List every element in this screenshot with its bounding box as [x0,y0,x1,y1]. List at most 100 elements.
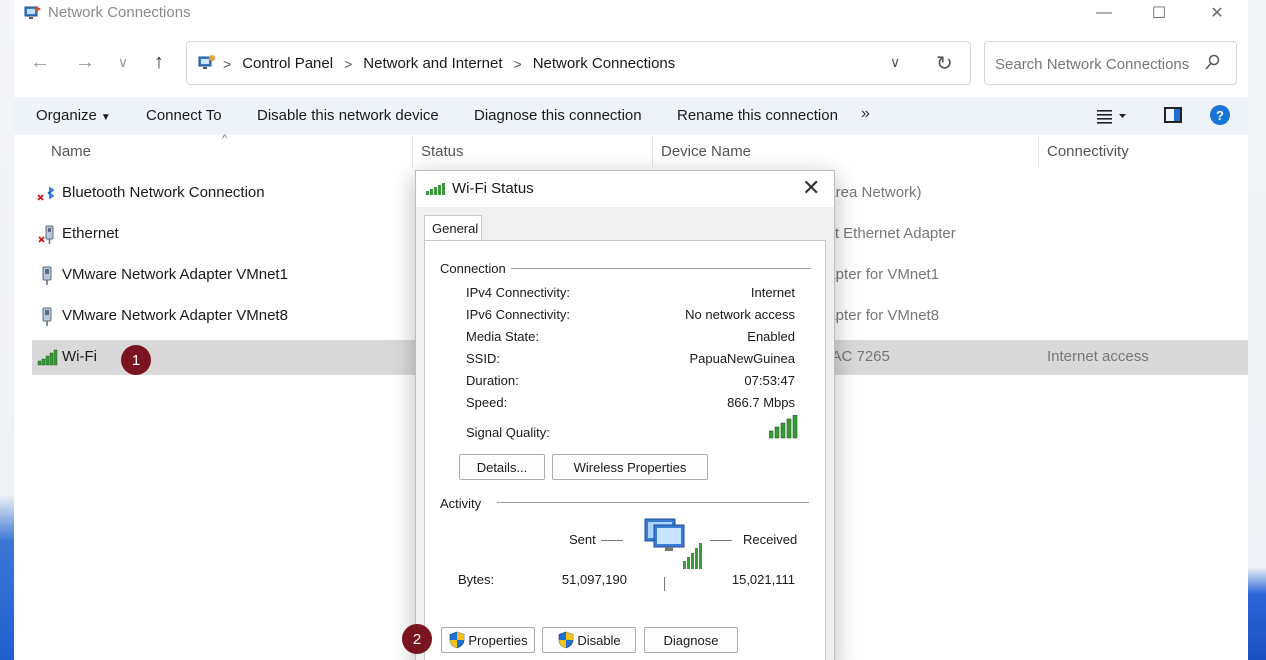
change-view-icon[interactable] [1097,107,1127,125]
uac-shield-icon [559,631,574,649]
breadcrumb: > Control Panel > Network and Internet >… [223,55,675,72]
sent-line [601,540,623,541]
activity-section-label: Activity [440,496,482,511]
address-dropdown-icon[interactable]: ∨ [890,54,900,71]
close-icon: ✕ [1210,5,1224,22]
wifi-status-dialog: Wi-Fi Status ✕ General Connection IPv4 C… [415,170,835,660]
desktop-wallpaper-left [0,0,14,660]
ssid-value: PapuaNewGuinea [689,351,795,366]
organize-menu[interactable]: Organize ▼ [36,107,111,124]
connection-name: Wi-Fi [62,348,97,365]
dialog-title-bar: Wi-Fi Status ✕ [416,171,834,207]
search-input[interactable]: Search Network Connections [995,56,1189,73]
wifi-signal-icon [426,183,445,195]
column-divider[interactable] [1038,137,1039,167]
connectivity-value: Internet access [1047,348,1149,365]
control-panel-icon [198,55,215,69]
activity-divider [664,577,665,591]
received-label: Received [743,532,798,547]
dialog-close-icon[interactable]: ✕ [802,175,820,201]
breadcrumb-control-panel[interactable]: Control Panel [242,55,333,72]
column-header-status[interactable]: Status [421,143,464,160]
bytes-label: Bytes: [458,572,495,587]
window-title: Network Connections [48,4,191,21]
ethernet-disconnected-icon [38,225,54,244]
disable-device-button[interactable]: Disable this network device [257,107,439,124]
properties-button[interactable]: Properties [441,627,535,653]
up-arrow-icon: ↑ [154,50,164,73]
connection-name: Bluetooth Network Connection [62,184,265,201]
device-name: ast Ethernet Adapter [819,225,956,242]
more-commands-button[interactable]: » [861,105,870,123]
column-header-device-name[interactable]: Device Name [661,143,751,160]
uac-shield-icon [450,631,465,649]
column-header-name[interactable]: Name [51,143,91,160]
media-state-label: Media State: [466,329,539,344]
disable-label: Disable [577,632,621,648]
connection-section-label: Connection [440,261,506,276]
speed-value: 866.7 Mbps [727,395,795,410]
preview-pane-icon[interactable] [1164,107,1182,123]
duration-label: Duration: [466,373,519,388]
bluetooth-network-icon [37,186,55,201]
breadcrumb-separator: > [223,55,232,72]
disable-button[interactable]: Disable [542,627,636,653]
chevron-down-icon: ∨ [117,53,129,70]
maximize-button[interactable]: ☐ [1130,0,1188,26]
ssid-label: SSID: [466,351,500,366]
column-divider[interactable] [652,137,653,167]
dialog-title: Wi-Fi Status [452,180,534,197]
rename-connection-button[interactable]: Rename this connection [677,107,838,124]
column-divider[interactable] [412,137,413,167]
details-button[interactable]: Details... [459,454,545,480]
network-connections-app-icon [24,6,41,19]
ipv6-connectivity-value: No network access [685,307,795,322]
network-adapter-icon [42,307,52,326]
caret-down-icon: ▼ [100,112,111,123]
connection-name: VMware Network Adapter VMnet1 [62,266,288,283]
ipv4-connectivity-label: IPv4 Connectivity: [466,285,571,300]
forward-arrow-icon: → [75,50,95,73]
connection-name: VMware Network Adapter VMnet8 [62,307,288,324]
signal-quality-bars-icon [769,415,798,439]
search-icon [1205,54,1220,70]
signal-quality-label: Signal Quality: [466,425,550,440]
breadcrumb-network-connections[interactable]: Network Connections [533,55,676,72]
properties-label: Properties [468,632,528,648]
forward-button[interactable]: → [72,49,98,75]
column-header-connectivity[interactable]: Connectivity [1047,143,1129,160]
search-box[interactable]: Search Network Connections [984,41,1237,85]
minimize-button[interactable]: — [1075,0,1133,26]
command-bar: Organize ▼ Connect To Disable this networ… [14,97,1248,135]
title-bar: Network Connections — ☐ ✕ [14,0,1248,26]
duration-value: 07:53:47 [744,373,795,388]
network-adapter-icon [42,266,52,285]
recent-locations-button[interactable]: ∨ [110,49,136,75]
section-divider [511,268,811,269]
diagnose-button[interactable]: Diagnose [644,627,738,653]
address-bar[interactable]: > Control Panel > Network and Internet >… [186,41,971,85]
maximize-icon: ☐ [1151,5,1167,22]
help-icon[interactable]: ? [1210,105,1230,125]
refresh-icon[interactable]: ↻ [936,51,953,76]
section-divider [497,502,809,503]
organize-label: Organize [36,107,97,124]
connect-to-button[interactable]: Connect To [146,107,222,124]
ipv4-connectivity-value: Internet [750,285,795,300]
breadcrumb-network-and-internet[interactable]: Network and Internet [363,55,502,72]
general-tab-panel: Connection IPv4 Connectivity: Internet I… [424,240,826,660]
up-button[interactable]: ↑ [146,49,172,75]
back-button[interactable]: ← [27,49,53,75]
back-arrow-icon: ← [30,50,50,73]
device-name: dapter for VMnet1 [819,266,940,283]
media-state-value: Enabled [747,329,795,344]
close-window-button[interactable]: ✕ [1188,0,1246,26]
received-line [710,540,732,541]
ipv6-connectivity-label: IPv6 Connectivity: [466,307,571,322]
breadcrumb-separator: > [344,55,353,72]
navigation-bar: ← → ∨ ↑ > Control Panel > Network and In… [14,41,1248,85]
tab-general[interactable]: General [424,215,482,241]
wireless-properties-button[interactable]: Wireless Properties [552,454,708,480]
diagnose-connection-button[interactable]: Diagnose this connection [474,107,642,124]
bytes-received-value: 15,021,111 [731,572,795,587]
